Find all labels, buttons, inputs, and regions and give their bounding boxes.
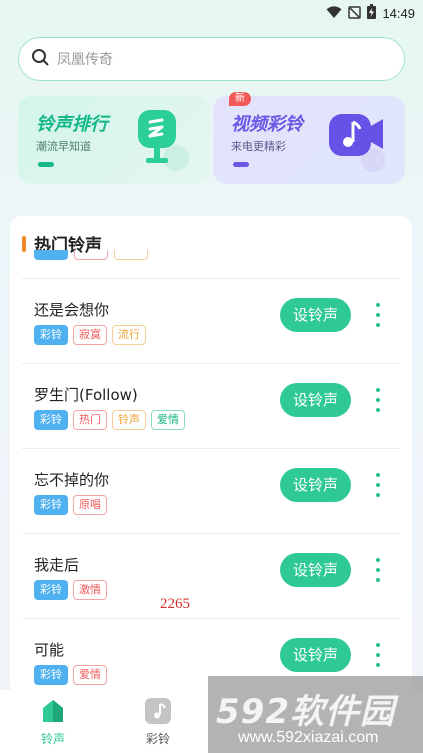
tag: 寂寞 <box>73 325 107 345</box>
song-title: 可能 <box>34 641 65 659</box>
trophy-icon <box>130 108 196 178</box>
scrolled-row-tags <box>34 250 148 260</box>
status-bar: 14:49 <box>0 0 423 26</box>
tag-list: 彩铃 爱情 <box>34 665 107 685</box>
song-title: 忘不掉的你 <box>34 471 110 489</box>
set-ringtone-button[interactable]: 设铃声 <box>280 638 351 672</box>
home-icon <box>40 698 66 724</box>
more-options-icon[interactable] <box>374 473 382 497</box>
ringtone-ranking-card[interactable]: 铃声排行 潮流早知道 <box>18 96 210 184</box>
tab-ringtone[interactable]: 铃声 <box>23 698 83 747</box>
tag-list: 彩铃 寂寞 流行 <box>34 325 146 345</box>
new-badge: 新 <box>229 92 251 106</box>
no-sim-icon <box>348 4 362 23</box>
tag: 彩铃 <box>34 580 68 600</box>
list-item[interactable]: 罗生门(Follow) 彩铃 热门 铃声 爱情 设铃声 <box>22 363 400 448</box>
ringtone-list: 还是会想你 彩铃 寂寞 流行 设铃声 罗生门(Follow) 彩铃 热门 铃声 … <box>10 278 412 696</box>
section-accent-bar <box>22 235 26 252</box>
list-item[interactable]: 忘不掉的你 彩铃 原唱 设铃声 <box>22 448 400 533</box>
tag: 原唱 <box>73 495 107 515</box>
set-ringtone-button[interactable]: 设铃声 <box>280 468 351 502</box>
logo-url: www.592xiazai.com <box>238 729 379 746</box>
tag: 彩铃 <box>34 665 68 685</box>
tab-color-ringtone[interactable]: 彩铃 <box>128 698 188 747</box>
music-note-icon <box>145 698 171 724</box>
set-ringtone-button[interactable]: 设铃声 <box>280 383 351 417</box>
more-options-icon[interactable] <box>374 388 382 412</box>
card-indicator <box>233 162 249 167</box>
card-subtitle: 潮流早知道 <box>36 140 91 153</box>
list-item[interactable]: 我走后 彩铃 激情 设铃声 <box>22 533 400 618</box>
tag: 铃声 <box>112 410 146 430</box>
song-title: 还是会想你 <box>34 301 110 319</box>
tag: 爱情 <box>73 665 107 685</box>
more-options-icon[interactable] <box>374 643 382 667</box>
tab-label: 铃声 <box>40 732 65 746</box>
tag: 热门 <box>73 410 107 430</box>
watermark-number: 2265 <box>160 596 190 612</box>
tag-list: 彩铃 原唱 <box>34 495 107 515</box>
site-logo-watermark: 592软件园 www.592xiazai.com <box>208 676 423 753</box>
more-options-icon[interactable] <box>374 558 382 582</box>
search-input[interactable]: 凤凰传奇 <box>18 37 405 81</box>
card-title: 铃声排行 <box>36 114 108 135</box>
search-icon <box>31 48 49 70</box>
wifi-icon <box>326 4 342 23</box>
song-title: 罗生门(Follow) <box>34 386 138 404</box>
card-title: 视频彩铃 <box>231 114 303 135</box>
battery-charging-icon <box>367 4 377 23</box>
card-indicator <box>38 162 54 167</box>
status-icons: 14:49 <box>326 4 415 23</box>
video-ringtone-card[interactable]: 视频彩铃 来电更精彩 <box>213 96 405 184</box>
tag: 彩铃 <box>34 410 68 430</box>
list-item[interactable]: 还是会想你 彩铃 寂寞 流行 设铃声 <box>22 278 400 363</box>
logo-text: 592软件园 <box>216 692 395 732</box>
status-time: 14:49 <box>382 6 415 21</box>
hot-ringtones-panel: 热门铃声 还是会想你 彩铃 寂寞 流行 设铃声 罗生门(Follow) 彩铃 热… <box>10 216 412 696</box>
set-ringtone-button[interactable]: 设铃声 <box>280 298 351 332</box>
video-music-icon <box>325 108 391 178</box>
tab-label: 彩铃 <box>145 732 170 746</box>
tag-list: 彩铃 激情 <box>34 580 107 600</box>
more-options-icon[interactable] <box>374 303 382 327</box>
tag: 爱情 <box>151 410 185 430</box>
tag: 彩铃 <box>34 495 68 515</box>
set-ringtone-button[interactable]: 设铃声 <box>280 553 351 587</box>
tag: 彩铃 <box>34 325 68 345</box>
tag: 流行 <box>112 325 146 345</box>
tag: 激情 <box>73 580 107 600</box>
card-subtitle: 来电更精彩 <box>231 140 286 153</box>
search-placeholder: 凤凰传奇 <box>57 52 113 68</box>
tag-list: 彩铃 热门 铃声 爱情 <box>34 410 185 430</box>
song-title: 我走后 <box>34 556 80 574</box>
